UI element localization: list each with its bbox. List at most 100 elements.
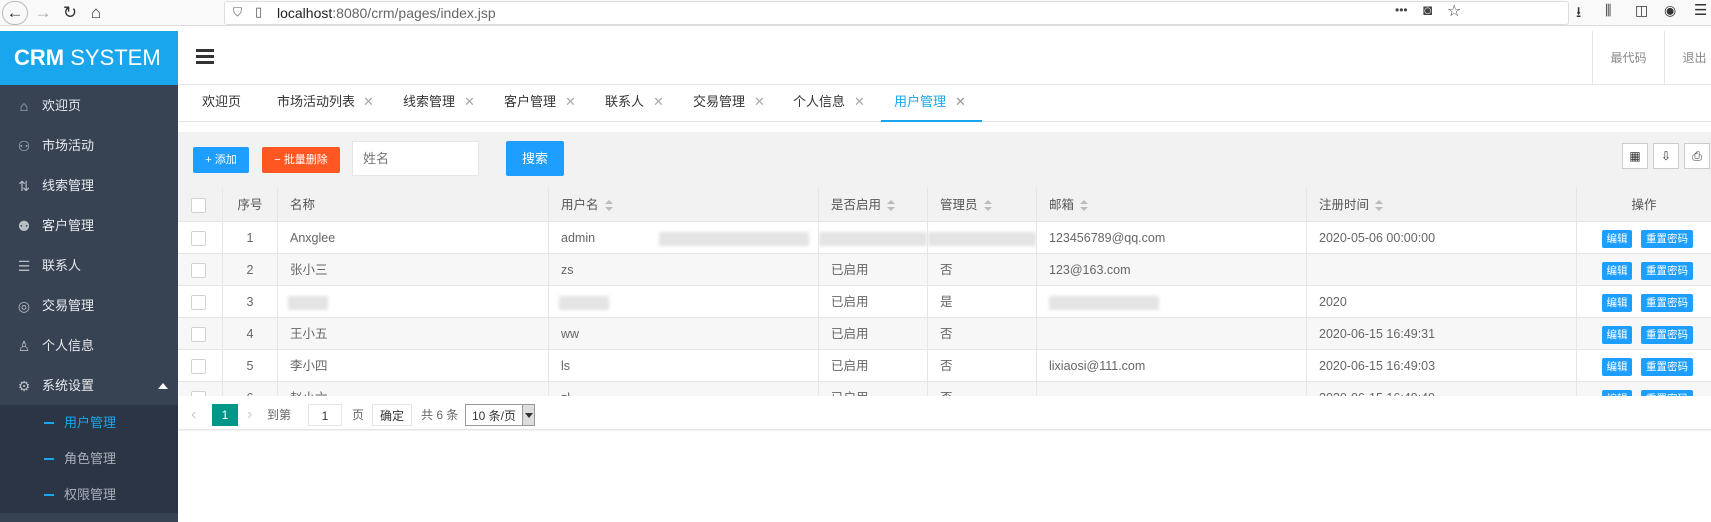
batch-delete-button[interactable]: − 批量删除 — [262, 147, 340, 173]
close-icon[interactable]: ✕ — [464, 86, 475, 118]
cell-index: 2 — [223, 254, 278, 285]
tab-user-management[interactable]: 用户管理 ✕ — [881, 86, 982, 122]
sort-icon[interactable] — [983, 199, 992, 212]
sidebar-item-contacts[interactable]: ☰ 联系人 — [0, 246, 178, 286]
sidebar-icon[interactable]: ◫ — [1635, 2, 1648, 19]
logout-button[interactable]: 退出 — [1664, 31, 1711, 85]
print-icon[interactable]: ⎙ — [1684, 143, 1710, 169]
chevron-down-icon[interactable] — [522, 405, 534, 425]
next-page-icon[interactable]: › — [247, 404, 257, 426]
edit-button[interactable]: 编辑 — [1602, 230, 1632, 248]
select-all-checkbox[interactable] — [191, 198, 206, 213]
close-icon[interactable]: ✕ — [854, 86, 865, 118]
close-icon[interactable]: ✕ — [565, 86, 576, 118]
row-checkbox[interactable] — [191, 231, 206, 246]
reset-password-button[interactable]: 重置密码 — [1641, 230, 1693, 248]
reload-button[interactable]: ↻ — [60, 1, 80, 25]
sidebar-item-market-activity[interactable]: ⚇ 市场活动 — [0, 126, 178, 166]
sidebar-item-profile[interactable]: ♙ 个人信息 — [0, 326, 178, 366]
reset-password-button[interactable]: 重置密码 — [1641, 262, 1693, 280]
more-icon[interactable]: ••• — [1395, 3, 1408, 17]
prev-page-icon[interactable]: ‹ — [191, 404, 201, 426]
account-icon[interactable]: ◉ — [1664, 2, 1676, 19]
page-1-button[interactable]: 1 — [212, 404, 238, 426]
cell-enabled: 已启用 — [819, 350, 928, 381]
sidebar-item-system-settings[interactable]: ⚙ 系统设置 — [0, 366, 178, 406]
cell-reg-time: 2020-05-06 00:00:00 — [1307, 222, 1577, 253]
home-icon: ⌂ — [19, 98, 29, 114]
bookmark-star-icon[interactable]: ☆ — [1447, 1, 1461, 21]
reset-password-button[interactable]: 重置密码 — [1641, 326, 1693, 344]
sort-icon[interactable] — [1375, 199, 1384, 212]
col-header-enabled[interactable]: 是否启用 — [819, 188, 928, 221]
sort-icon[interactable] — [604, 199, 613, 212]
pagination: ‹ 1 › 到第 1 页 确定 共 6 条 10 条/页 — [178, 396, 1711, 430]
tab-leads[interactable]: 线索管理 ✕ — [403, 86, 483, 122]
edit-button[interactable]: 编辑 — [1602, 326, 1632, 344]
reset-password-button[interactable]: 重置密码 — [1641, 358, 1693, 376]
sidebar-item-transactions[interactable]: ◎ 交易管理 — [0, 286, 178, 326]
export-icon[interactable]: ⇩ — [1653, 143, 1679, 169]
sidebar-item-welcome[interactable]: ⌂ 欢迎页 — [0, 86, 178, 126]
sidebar-subitem-permission-management[interactable]: 权限管理 — [0, 477, 178, 513]
edit-button[interactable]: 编辑 — [1602, 358, 1632, 376]
tab-profile[interactable]: 个人信息 ✕ — [793, 86, 873, 122]
cell-index: 5 — [223, 350, 278, 381]
columns-icon[interactable]: ▦ — [1622, 143, 1648, 169]
col-header-admin[interactable]: 管理员 — [928, 188, 1037, 221]
url-path: :8080/crm/pages/index.jsp — [332, 5, 496, 21]
name-search-input[interactable] — [352, 141, 479, 176]
tab-label: 客户管理 — [504, 94, 557, 109]
sort-icon[interactable] — [1080, 199, 1089, 212]
code-button[interactable]: 最代码 — [1592, 31, 1664, 85]
page-size-select[interactable]: 10 条/页 — [465, 404, 535, 426]
close-icon[interactable]: ✕ — [653, 86, 664, 118]
close-icon[interactable]: ✕ — [955, 86, 966, 118]
tab-contacts[interactable]: 联系人 ✕ — [605, 86, 671, 122]
library-icon[interactable]: ⫼ — [1605, 2, 1611, 19]
url-host: localhost — [277, 5, 333, 21]
close-icon[interactable]: ✕ — [363, 86, 374, 118]
sidebar-subitem-role-management[interactable]: 角色管理 — [0, 441, 178, 477]
col-header-username[interactable]: 用户名 — [549, 188, 819, 221]
col-header-label: 是否启用 — [831, 198, 882, 212]
cell-admin: 否 — [928, 350, 1037, 381]
tab-market-activity-list[interactable]: 市场活动列表 ✕ — [277, 86, 377, 122]
app-logo[interactable]: CRM SYSTEM — [0, 31, 178, 85]
cell-reg-time: 2020-06-15 16:49:03 — [1307, 350, 1577, 381]
col-header-reg-time[interactable]: 注册时间 — [1307, 188, 1577, 221]
tab-transactions[interactable]: 交易管理 ✕ — [693, 86, 773, 122]
goto-confirm-button[interactable]: 确定 — [372, 404, 412, 426]
edit-button[interactable]: 编辑 — [1602, 294, 1632, 312]
tab-customers[interactable]: 客户管理 ✕ — [504, 86, 584, 122]
tab-welcome[interactable]: 欢迎页 — [202, 86, 252, 122]
reset-password-button[interactable]: 重置密码 — [1641, 294, 1693, 312]
menu-icon[interactable] — [196, 49, 214, 65]
home-button[interactable]: ⌂ — [86, 1, 106, 25]
pocket-icon[interactable]: ◙ — [1423, 2, 1432, 19]
edit-button[interactable]: 编辑 — [1602, 262, 1632, 280]
row-checkbox[interactable] — [191, 327, 206, 342]
row-checkbox[interactable] — [191, 295, 206, 310]
row-checkbox[interactable] — [191, 359, 206, 374]
add-button[interactable]: + 添加 — [193, 147, 249, 173]
col-header-email[interactable]: 邮箱 — [1037, 188, 1307, 221]
goto-page-input[interactable]: 1 — [308, 404, 342, 426]
sort-icon[interactable] — [887, 199, 896, 212]
download-icon[interactable]: ⭳ — [1576, 2, 1581, 27]
sidebar-item-customers[interactable]: ⚉ 客户管理 — [0, 206, 178, 246]
url-bar[interactable]: ⛉ ▯ localhost:8080/crm/pages/index.jsp •… — [224, 1, 1569, 25]
sidebar-item-label: 线索管理 — [42, 178, 95, 193]
hamburger-icon[interactable]: ☰ — [1694, 1, 1707, 19]
col-header-label: 注册时间 — [1319, 198, 1370, 212]
table-toolbar: + 添加 − 批量删除 搜索 ▦ ⇩ ⎙ — [178, 132, 1711, 188]
row-checkbox[interactable] — [191, 263, 206, 278]
sidebar-subitem-user-management[interactable]: 用户管理 — [0, 405, 178, 441]
search-button[interactable]: 搜索 — [506, 141, 564, 176]
cell-email — [1037, 286, 1307, 317]
sidebar-item-leads[interactable]: ⇅ 线索管理 — [0, 166, 178, 206]
back-button[interactable]: ← — [2, 1, 28, 25]
close-icon[interactable]: ✕ — [754, 86, 765, 118]
forward-button[interactable]: → — [33, 1, 53, 25]
cell-index: 3 — [223, 286, 278, 317]
